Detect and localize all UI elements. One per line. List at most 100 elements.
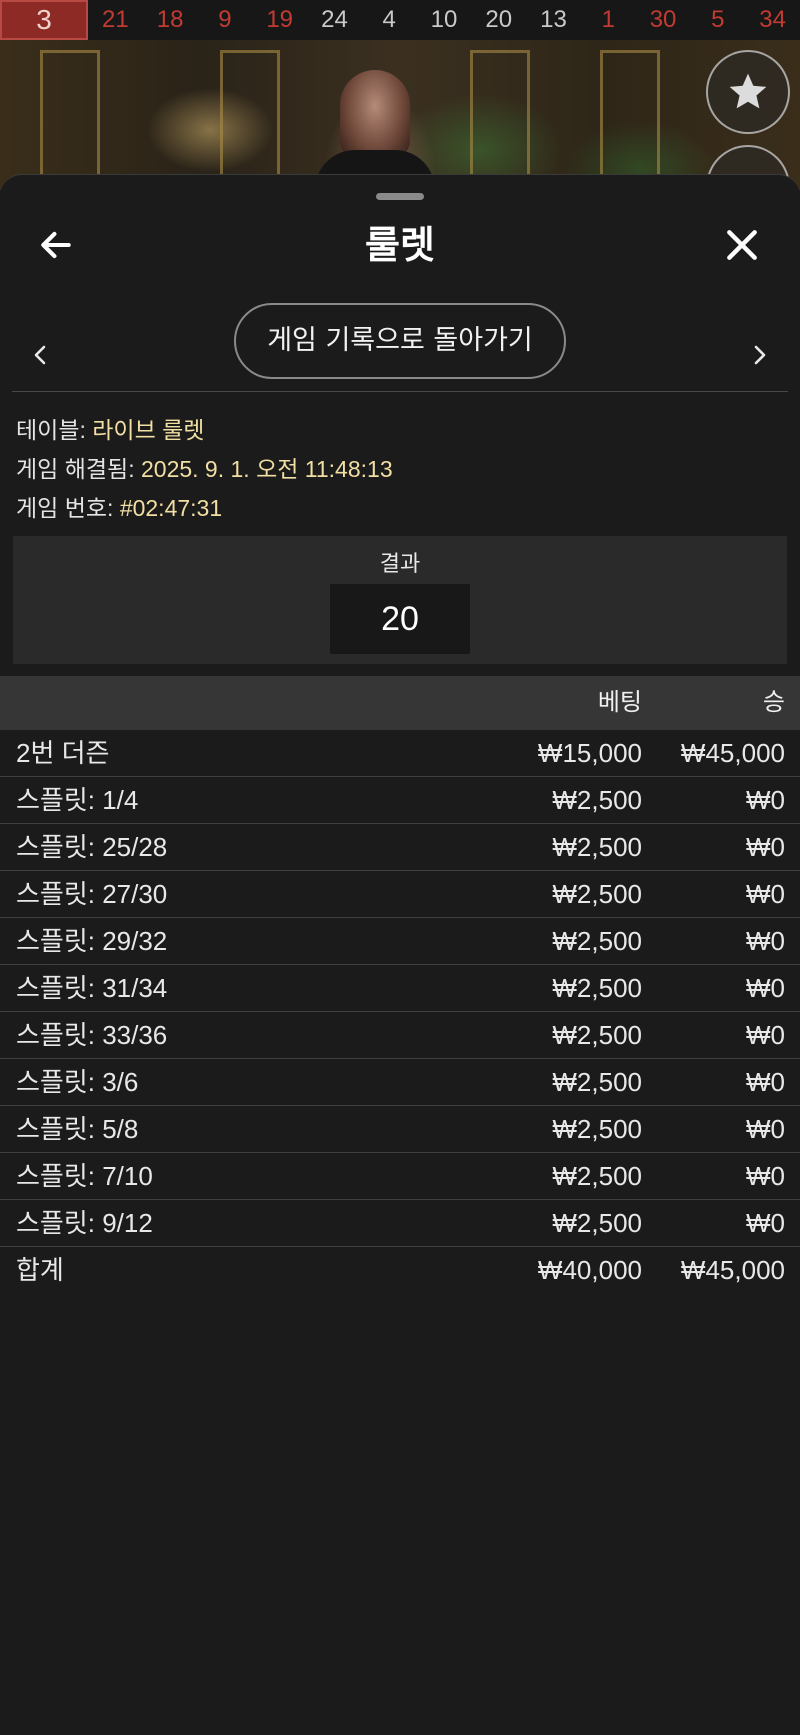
table-row: 스플릿: 3/6 ₩2,500 ₩0 [0,1059,800,1106]
win-amount: ₩0 [746,879,785,909]
history-number: 9 [218,6,232,33]
bet-amount: ₩2,500 [552,785,642,815]
history-number: 4 [382,6,396,33]
back-to-history-button[interactable]: 게임 기록으로 돌아가기 [234,303,566,379]
bet-amount: ₩2,500 [552,1161,642,1191]
bet-name: 스플릿: 25/28 [16,832,168,862]
table-row: 스플릿: 1/4 ₩2,500 ₩0 [0,777,800,824]
win-amount: ₩45,000 [680,738,785,768]
win-amount: ₩0 [746,1067,785,1097]
history-number: 20 [485,6,513,33]
bet-name: 스플릿: 3/6 [16,1067,139,1097]
bet-name: 스플릿: 1/4 [16,785,139,815]
page-title: 룰렛 [365,223,435,267]
total-win: ₩45,000 [680,1255,785,1285]
next-game-button[interactable] [734,325,784,385]
table-row: 스플릿: 25/28 ₩2,500 ₩0 [0,824,800,871]
win-amount: ₩0 [746,785,785,815]
history-number: 1 [601,6,615,33]
bet-name: 스플릿: 29/32 [16,926,168,956]
result-panel: 결과 20 [13,536,787,664]
win-amount: ₩0 [746,926,785,956]
win-amount: ₩0 [746,1020,785,1050]
game-details-sheet: 룰렛 게임 기록으로 돌아가기 테이블: 라이브 룰렛 게임 해결됨: 2025… [0,174,800,1735]
latest-result-number: 3 [0,0,88,40]
table-row: 스플릿: 9/12 ₩2,500 ₩0 [0,1200,800,1247]
drag-handle[interactable] [376,193,424,200]
win-column-header: 승 [762,689,785,716]
table-info: 테이블: 라이브 룰렛 [16,411,204,445]
bet-name: 스플릿: 27/30 [16,879,168,909]
table-header: 베팅 승 [0,676,800,730]
bet-name: 2번 더즌 [16,738,110,768]
table-label: 테이블: [16,417,86,443]
bet-amount: ₩2,500 [552,1114,642,1144]
back-button[interactable] [26,215,86,275]
bet-amount: ₩2,500 [552,1020,642,1050]
close-button[interactable] [712,215,772,275]
wall-panel [40,50,100,190]
total-label: 합계 [16,1255,64,1285]
win-amount: ₩0 [746,1208,785,1238]
history-number: 21 [102,6,129,33]
chevron-left-icon [34,345,46,365]
table-row: 스플릿: 29/32 ₩2,500 ₩0 [0,918,800,965]
win-amount: ₩0 [746,973,785,1003]
bet-column-header: 베팅 [597,689,642,716]
table-row: 스플릿: 7/10 ₩2,500 ₩0 [0,1153,800,1200]
history-number: 30 [649,6,677,33]
game-number-value: #02:47:31 [119,495,223,521]
chevron-right-icon [754,345,766,365]
win-amount: ₩0 [746,832,785,862]
table-value: 라이브 룰렛 [92,417,205,443]
resolved-label: 게임 해결됨: [16,456,135,482]
game-number-info: 게임 번호: #02:47:31 [16,489,222,523]
divider [12,391,788,392]
total-row: 합계 ₩40,000 ₩45,000 [0,1247,800,1293]
arrow-left-icon [41,231,71,259]
table-row: 스플릿: 31/34 ₩2,500 ₩0 [0,965,800,1012]
bet-amount: ₩15,000 [537,738,642,768]
bet-amount: ₩2,500 [552,926,642,956]
result-number: 20 [330,584,470,654]
game-number-label: 게임 번호: [16,495,114,521]
bet-amount: ₩2,500 [552,1067,642,1097]
resolved-value: 2025. 9. 1. 오전 11:48:13 [140,456,393,482]
win-amount: ₩0 [746,1161,785,1191]
bet-name: 스플릿: 9/12 [16,1208,153,1238]
win-amount: ₩0 [746,1114,785,1144]
wall-panel [220,50,280,190]
history-number: 5 [711,6,725,33]
wall-panel [600,50,660,190]
bet-name: 스플릿: 33/36 [16,1020,168,1050]
history-number: 24 [321,6,348,33]
resolved-info: 게임 해결됨: 2025. 9. 1. 오전 11:48:13 [16,450,393,484]
favorite-button[interactable] [706,50,790,134]
bet-amount: ₩2,500 [552,973,642,1003]
bet-amount: ₩2,500 [552,879,642,909]
close-icon [727,230,757,260]
bet-amount: ₩2,500 [552,1208,642,1238]
wall-panel [470,50,530,190]
history-number: 18 [156,6,184,33]
table-row: 2번 더즌 ₩15,000 ₩45,000 [0,730,800,777]
dealer [340,70,410,160]
total-bet: ₩40,000 [537,1255,642,1285]
table-row: 스플릿: 27/30 ₩2,500 ₩0 [0,871,800,918]
bet-amount: ₩2,500 [552,832,642,862]
result-label: 결과 [379,551,421,576]
results-history-strip: 3 21 18 9 19 24 4 10 20 13 1 30 5 34 [0,0,800,40]
bet-name: 스플릿: 31/34 [16,973,168,1003]
history-number: 34 [759,6,786,33]
table-row: 스플릿: 5/8 ₩2,500 ₩0 [0,1106,800,1153]
bet-name: 스플릿: 7/10 [16,1161,153,1191]
table-row: 스플릿: 33/36 ₩2,500 ₩0 [0,1012,800,1059]
bets-table: 베팅 승 2번 더즌 ₩15,000 ₩45,000 스플릿: 1/4 ₩2,500 ₩0… [0,676,800,1293]
bet-name: 스플릿: 5/8 [16,1114,139,1144]
history-number: 13 [540,6,567,33]
live-video-feed [0,40,800,200]
star-icon [729,73,767,109]
history-number: 19 [266,6,294,33]
previous-game-button[interactable] [16,325,66,385]
history-number: 10 [430,6,458,33]
